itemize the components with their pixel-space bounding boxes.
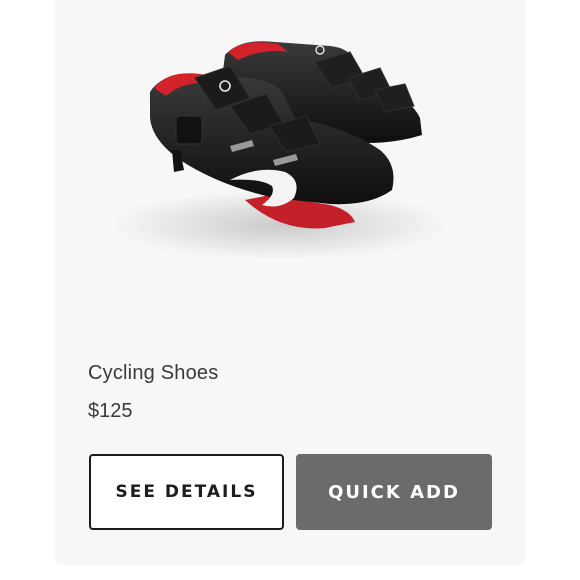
product-title[interactable]: Cycling Shoes: [88, 362, 218, 385]
cycling-shoes-image: [110, 41, 450, 260]
quick-add-label: QUICK ADD: [328, 481, 460, 503]
quick-add-button[interactable]: QUICK ADD: [296, 454, 492, 530]
product-image[interactable]: [80, 0, 460, 330]
product-price: $125: [88, 400, 133, 422]
see-details-button[interactable]: SEE DETAILS: [89, 454, 284, 530]
see-details-label: SEE DETAILS: [115, 482, 258, 502]
